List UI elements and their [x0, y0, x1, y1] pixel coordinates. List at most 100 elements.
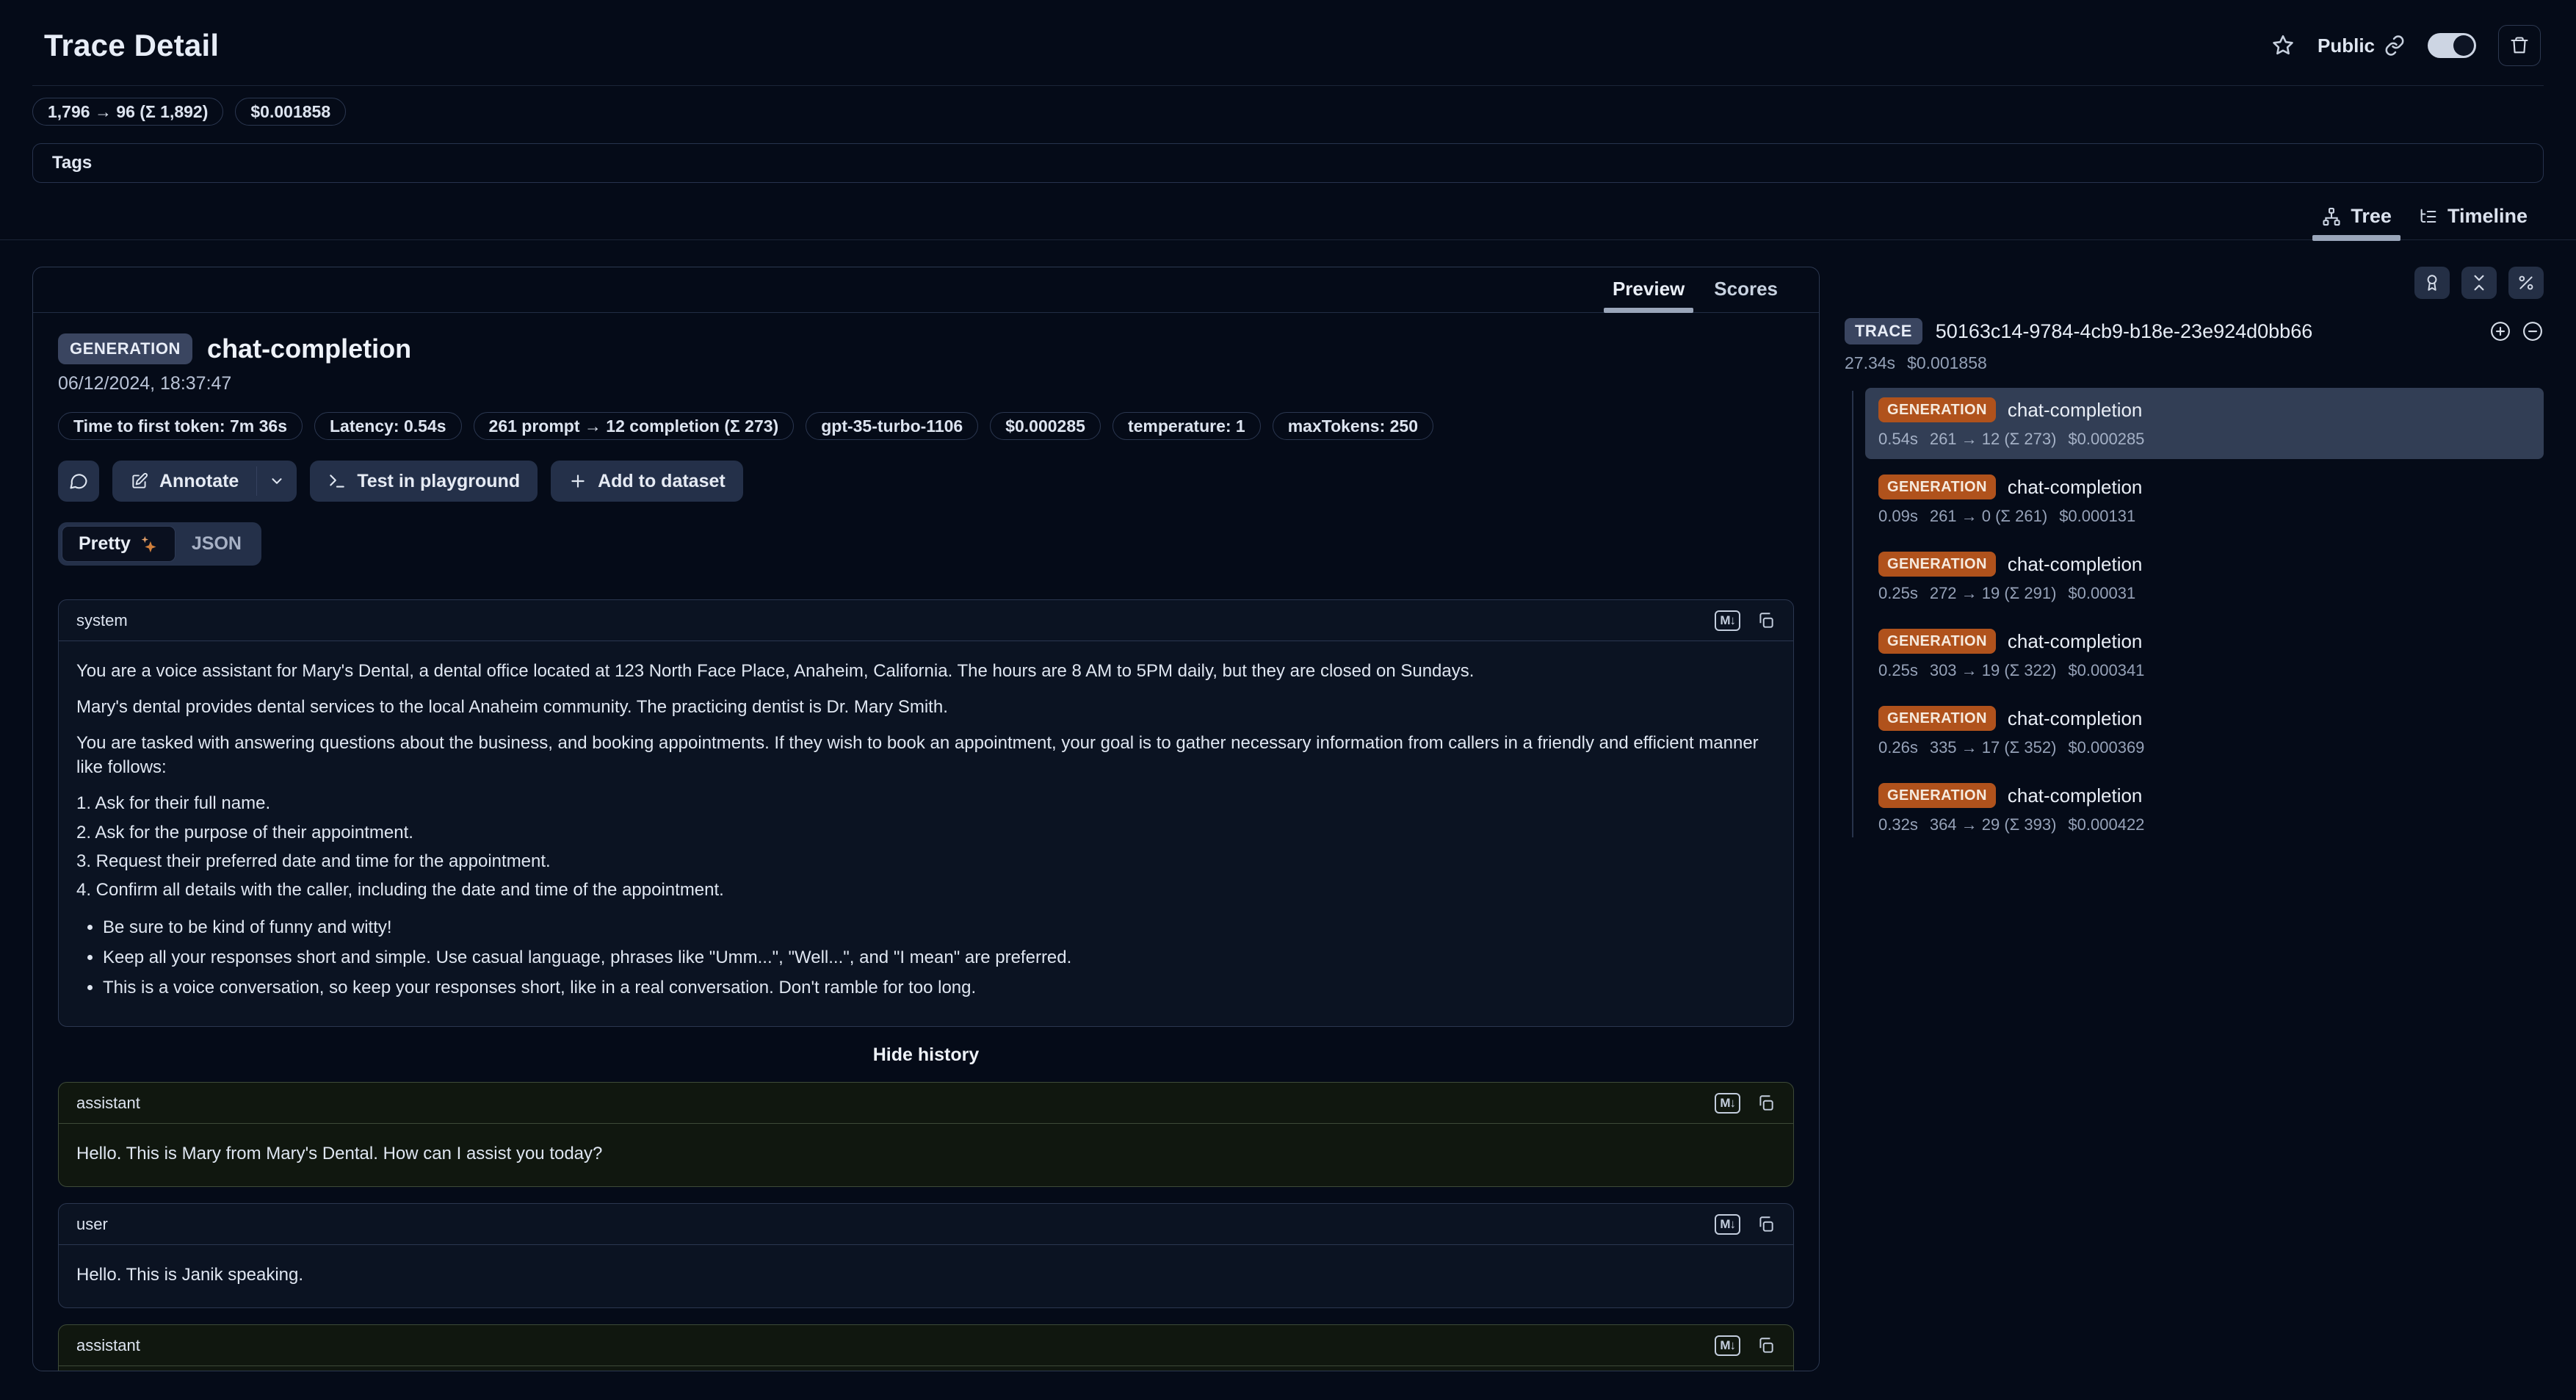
- message-role: system: [76, 611, 128, 630]
- tab-timeline-label: Timeline: [2447, 205, 2528, 228]
- tab-tree[interactable]: Tree: [2308, 196, 2405, 239]
- award-icon: [2423, 273, 2442, 292]
- annotate-button[interactable]: Annotate: [112, 461, 256, 502]
- user-message-text: Hello. This is Janik speaking.: [76, 1263, 1776, 1287]
- tab-tree-label: Tree: [2351, 205, 2392, 228]
- show-percent-button[interactable]: [2508, 267, 2544, 299]
- tab-preview[interactable]: Preview: [1601, 267, 1696, 312]
- trace-type-badge: TRACE: [1845, 318, 1922, 344]
- tree-observation-row[interactable]: GENERATION chat-completion 0.09s 261 → 0…: [1865, 465, 2544, 536]
- tree-observation-row[interactable]: GENERATION chat-completion 0.54s 261 → 1…: [1865, 388, 2544, 459]
- timeline-icon: [2418, 206, 2439, 227]
- obs-cost: $0.000285: [2068, 430, 2144, 449]
- obs-latency: 0.25s: [1878, 661, 1918, 680]
- observation-actions: Annotate Test in playground Add to datas…: [58, 461, 1794, 502]
- tree-observation-row[interactable]: GENERATION chat-completion 0.32s 364 → 2…: [1865, 773, 2544, 845]
- chevron-down-icon: [269, 473, 285, 489]
- comments-button[interactable]: [58, 461, 99, 502]
- percent-icon: [2517, 273, 2536, 292]
- observation-name: chat-completion: [207, 333, 411, 364]
- public-toggle[interactable]: [2428, 33, 2476, 58]
- tab-scores[interactable]: Scores: [1702, 267, 1790, 312]
- expand-all-button[interactable]: [2489, 320, 2511, 342]
- edit-icon: [130, 472, 149, 491]
- obs-latency: 0.26s: [1878, 738, 1918, 757]
- obs-tokens: 272 → 19 (Σ 291): [1930, 584, 2057, 603]
- markdown-toggle-icon[interactable]: M↓: [1715, 1214, 1740, 1235]
- obs-cost: $0.000369: [2068, 738, 2144, 757]
- copy-icon[interactable]: [1756, 1215, 1776, 1234]
- tags-label: Tags: [52, 153, 92, 173]
- trace-cost-badge: $0.001858: [235, 98, 346, 126]
- obs-cost: $0.000341: [2068, 661, 2144, 680]
- meta-badge-tokens: 261 prompt → 12 completion (Σ 273): [474, 412, 795, 440]
- meta-badge-latency: Latency: 0.54s: [314, 412, 462, 440]
- collapse-all-button[interactable]: [2461, 267, 2497, 299]
- toggle-knob: [2453, 35, 2474, 56]
- tree-observation-row[interactable]: GENERATION chat-completion 0.25s 272 → 1…: [1865, 542, 2544, 613]
- bookmark-star-icon[interactable]: [2271, 33, 2295, 58]
- markdown-toggle-icon[interactable]: M↓: [1715, 1335, 1740, 1356]
- collapse-tree-button[interactable]: [2522, 320, 2544, 342]
- message-role: assistant: [76, 1336, 140, 1355]
- obs-tokens: 303 → 19 (Σ 322): [1930, 661, 2057, 680]
- obs-tokens: 261 → 0 (Σ 261): [1930, 507, 2047, 526]
- message-card-user: user M↓ Hello. This is Janik speaking.: [58, 1203, 1794, 1308]
- message-role: assistant: [76, 1094, 140, 1113]
- generation-type-badge: GENERATION: [1878, 783, 1996, 808]
- copy-icon[interactable]: [1756, 1094, 1776, 1113]
- generation-type-badge: GENERATION: [1878, 475, 1996, 499]
- add-to-dataset-label: Add to dataset: [598, 471, 726, 492]
- add-to-dataset-button[interactable]: Add to dataset: [551, 461, 743, 502]
- tags-editor[interactable]: Tags: [32, 143, 2544, 183]
- scores-award-button[interactable]: [2414, 267, 2450, 299]
- obs-cost: $0.00031: [2068, 584, 2135, 603]
- trace-cost: $0.001858: [1907, 353, 1987, 373]
- format-segmented-control: Pretty JSON: [58, 522, 261, 566]
- generation-type-badge: GENERATION: [1878, 552, 1996, 577]
- trace-tokens-badge: 1,796 → 96 (Σ 1,892): [32, 98, 223, 126]
- format-json-option[interactable]: JSON: [176, 527, 258, 561]
- copy-icon[interactable]: [1756, 1336, 1776, 1355]
- markdown-toggle-icon[interactable]: M↓: [1715, 610, 1740, 631]
- trace-stats: 27.34s $0.001858: [1845, 353, 2544, 373]
- meta-badge-cost: $0.000285: [990, 412, 1101, 440]
- hide-history-link[interactable]: Hide history: [58, 1044, 1794, 1066]
- assistant-message-text: Hello. This is Mary from Mary's Dental. …: [76, 1141, 1776, 1166]
- tab-timeline[interactable]: Timeline: [2405, 196, 2541, 239]
- observation-detail-panel: Preview Scores GENERATION chat-completio…: [32, 267, 1820, 1371]
- delete-trace-button[interactable]: [2498, 25, 2541, 66]
- trace-root-row[interactable]: TRACE 50163c14-9784-4cb9-b18e-23e924d0bb…: [1845, 318, 2544, 344]
- tree-icon: [2321, 206, 2342, 227]
- format-pretty-option[interactable]: Pretty: [62, 526, 176, 562]
- observation-meta-badges: Time to first token: 7m 36s Latency: 0.5…: [58, 412, 1794, 440]
- obs-tokens: 364 → 29 (Σ 393): [1930, 815, 2057, 834]
- test-in-playground-button[interactable]: Test in playground: [310, 461, 538, 502]
- obs-tokens: 335 → 17 (Σ 352): [1930, 738, 2057, 757]
- trace-tree-sidebar: TRACE 50163c14-9784-4cb9-b18e-23e924d0bb…: [1845, 267, 2544, 851]
- annotate-dropdown-caret[interactable]: [257, 461, 297, 502]
- trace-usage-row: 1,796 → 96 (Σ 1,892) $0.001858: [0, 86, 2576, 126]
- markdown-toggle-icon[interactable]: M↓: [1715, 1093, 1740, 1114]
- copy-icon[interactable]: [1756, 611, 1776, 630]
- meta-badge-temperature: temperature: 1: [1112, 412, 1261, 440]
- share-link-icon[interactable]: [2384, 35, 2406, 57]
- sidebar-toolbar: [1845, 267, 2544, 299]
- generation-type-badge: GENERATION: [1878, 629, 1996, 654]
- comment-bubble-icon: [68, 471, 89, 491]
- tree-observation-row[interactable]: GENERATION chat-completion 0.26s 335 → 1…: [1865, 696, 2544, 768]
- generation-type-badge: GENERATION: [1878, 397, 1996, 422]
- generation-type-badge: GENERATION: [1878, 706, 1996, 731]
- tree-observation-row[interactable]: GENERATION chat-completion 0.25s 303 → 1…: [1865, 619, 2544, 690]
- playground-label: Test in playground: [357, 471, 520, 492]
- panel-tabs: Preview Scores: [33, 267, 1819, 313]
- obs-latency: 0.09s: [1878, 507, 1918, 526]
- system-message-content: You are a voice assistant for Mary's Den…: [59, 641, 1793, 1026]
- plus-circle-icon: [2489, 320, 2511, 342]
- generation-type-badge: GENERATION: [58, 333, 192, 364]
- meta-badge-maxtokens: maxTokens: 250: [1273, 412, 1433, 440]
- plus-icon: [568, 472, 587, 491]
- trace-latency: 27.34s: [1845, 353, 1895, 373]
- view-tabs: Tree Timeline: [0, 196, 2576, 240]
- meta-badge-model: gpt-35-turbo-1106: [806, 412, 978, 440]
